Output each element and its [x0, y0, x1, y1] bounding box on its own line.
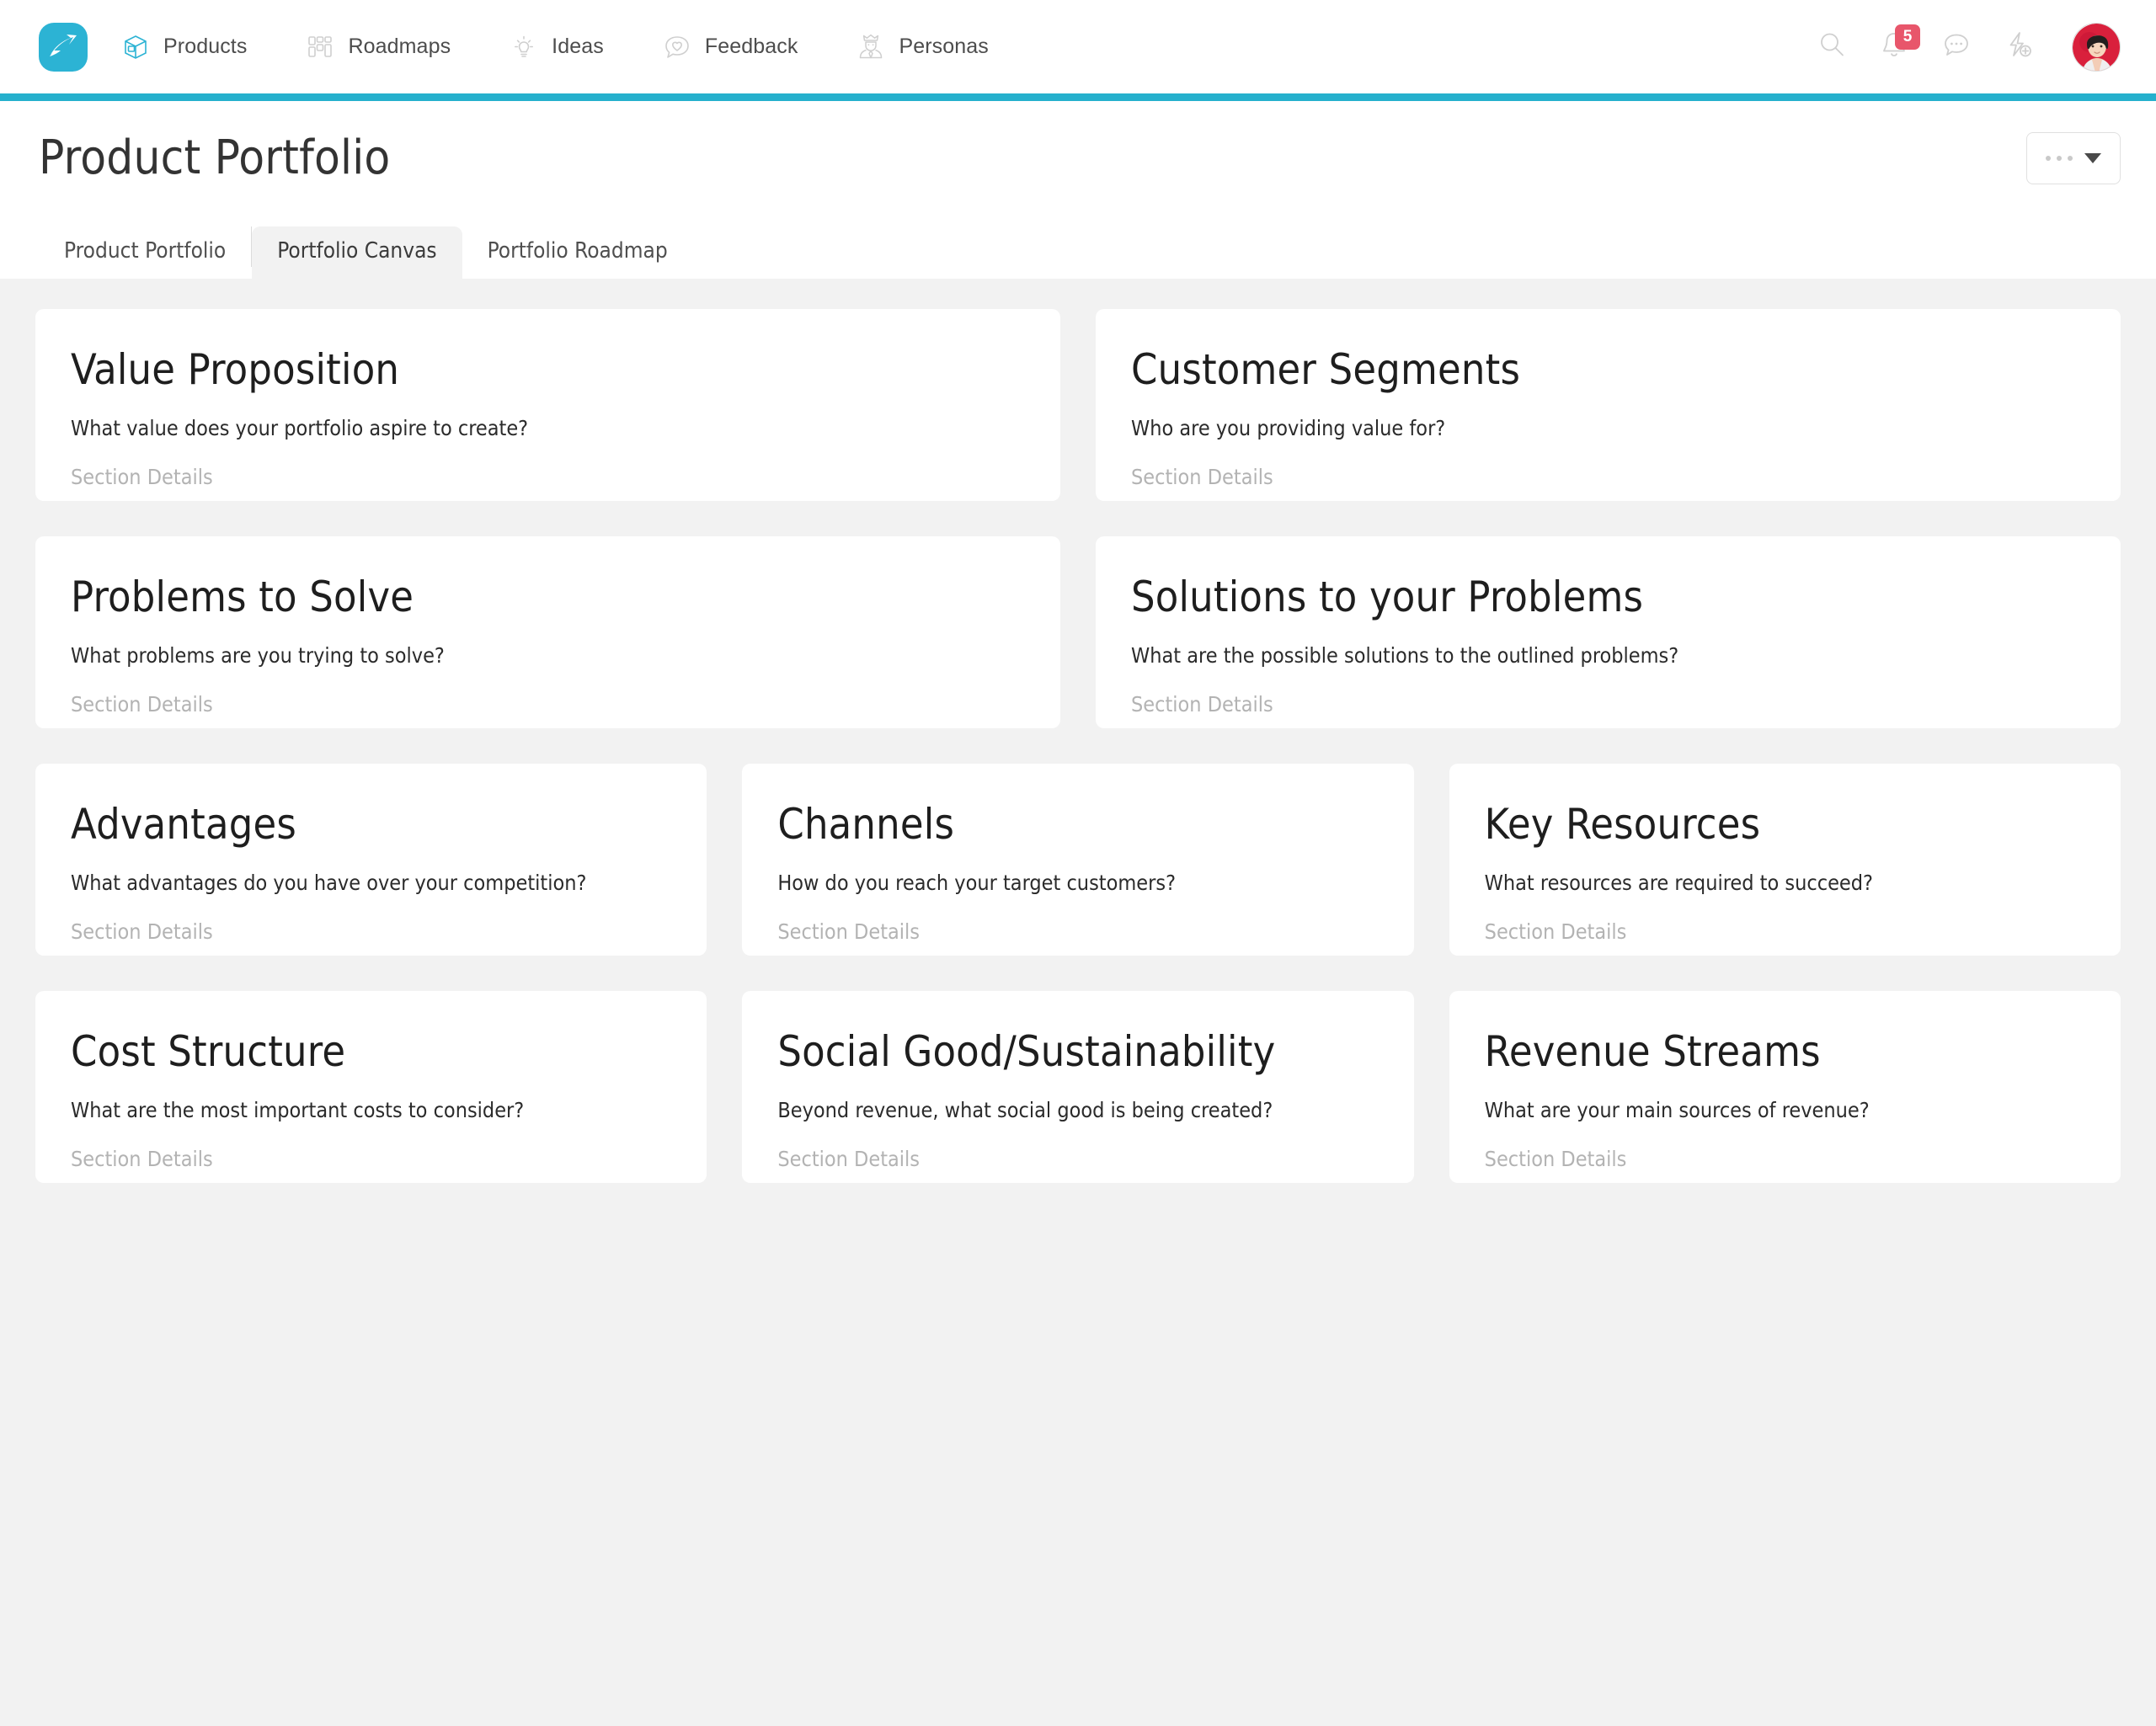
top-navigation-bar: Products Roadmaps Ideas Feedback Persona…: [0, 0, 2156, 93]
aha-logo[interactable]: [39, 22, 88, 72]
card-question: What are your main sources of revenue?: [1484, 1097, 1870, 1122]
nav-item-feedback[interactable]: Feedback: [661, 31, 824, 63]
chevron-down-icon: [2084, 152, 2101, 163]
box-icon: [120, 31, 152, 63]
card-question: What value does your portfolio aspire to…: [71, 415, 529, 440]
comments-icon: [1941, 29, 1972, 64]
page-header: Product Portfolio: [0, 101, 2156, 215]
nav-item-roadmaps[interactable]: Roadmaps: [304, 31, 476, 63]
card-section-details[interactable]: Section Details: [71, 465, 1025, 490]
canvas-card-problems-to-solve[interactable]: Problems to Solve What problems are you …: [35, 536, 1060, 728]
quick-add-button[interactable]: [1988, 22, 2050, 72]
crown-person-icon: [855, 31, 887, 63]
card-section-details[interactable]: Section Details: [777, 1147, 1378, 1172]
canvas-row-4: Cost Structure What are the most importa…: [35, 991, 2121, 1183]
card-title: Problems to Solve: [71, 573, 414, 621]
card-question: What are the possible solutions to the o…: [1131, 642, 1679, 668]
card-question: How do you reach your target customers?: [777, 870, 1177, 895]
card-section-details[interactable]: Section Details: [71, 919, 671, 945]
card-section-details[interactable]: Section Details: [777, 919, 1378, 945]
card-section-details[interactable]: Section Details: [71, 692, 1025, 717]
card-title: Social Good/Sustainability: [777, 1027, 1276, 1076]
card-section-details[interactable]: Section Details: [1485, 1147, 2085, 1172]
card-question: What problems are you trying to solve?: [71, 642, 445, 668]
card-question: Who are you providing value for?: [1131, 415, 1446, 440]
notifications-badge: 5: [1895, 24, 1920, 50]
canvas-row-3: Advantages What advantages do you have o…: [35, 764, 2121, 956]
nav-item-ideas[interactable]: Ideas: [508, 31, 629, 63]
canvas-card-cost-structure[interactable]: Cost Structure What are the most importa…: [35, 991, 707, 1183]
card-section-details[interactable]: Section Details: [71, 1147, 671, 1172]
card-section-details[interactable]: Section Details: [1131, 465, 2085, 490]
canvas-card-value-proposition[interactable]: Value Proposition What value does your p…: [35, 309, 1060, 501]
card-section-details[interactable]: Section Details: [1485, 919, 2085, 945]
avatar[interactable]: [2072, 22, 2121, 72]
card-title: Solutions to your Problems: [1131, 573, 1644, 621]
card-question: What are the most important costs to con…: [71, 1097, 525, 1122]
tab-product-portfolio[interactable]: Product Portfolio: [39, 226, 251, 279]
canvas-card-social-good-sustainability[interactable]: Social Good/Sustainability Beyond revenu…: [742, 991, 1414, 1183]
canvas-card-customer-segments[interactable]: Customer Segments Who are you providing …: [1096, 309, 2121, 501]
portfolio-canvas: Value Proposition What value does your p…: [0, 279, 2156, 1726]
lightbulb-icon: [508, 31, 540, 63]
card-title: Advantages: [71, 800, 297, 849]
nav-item-personas[interactable]: Personas: [855, 31, 1013, 63]
page-actions-menu-button[interactable]: [2026, 131, 2121, 184]
canvas-card-advantages[interactable]: Advantages What advantages do you have o…: [35, 764, 707, 956]
heart-speech-bubble-icon: [661, 31, 693, 63]
nav-label-products: Products: [163, 35, 248, 58]
card-title: Key Resources: [1484, 800, 1761, 849]
canvas-card-channels[interactable]: Channels How do you reach your target cu…: [742, 764, 1414, 956]
card-title: Cost Structure: [71, 1027, 346, 1076]
grid-icon: [304, 31, 336, 63]
canvas-row-1: Value Proposition What value does your p…: [35, 309, 2121, 501]
tab-portfolio-roadmap[interactable]: Portfolio Roadmap: [462, 226, 693, 279]
more-options-icon: [2046, 155, 2073, 161]
card-section-details[interactable]: Section Details: [1131, 692, 2085, 717]
card-question: What advantages do you have over your co…: [71, 870, 587, 895]
nav-label-roadmaps: Roadmaps: [348, 35, 451, 58]
lightning-plus-icon: [2004, 29, 2034, 64]
primary-nav-items: Products Roadmaps Ideas Feedback Persona…: [120, 31, 1014, 63]
tab-bar: Product Portfolio Portfolio Canvas Portf…: [0, 215, 2156, 279]
nav-label-personas: Personas: [899, 35, 989, 58]
canvas-row-2: Problems to Solve What problems are you …: [35, 536, 2121, 728]
canvas-card-revenue-streams[interactable]: Revenue Streams What are your main sourc…: [1449, 991, 2121, 1183]
nav-label-feedback: Feedback: [704, 35, 798, 58]
card-title: Customer Segments: [1131, 345, 1521, 394]
nav-label-ideas: Ideas: [552, 35, 604, 58]
nav-item-products[interactable]: Products: [120, 31, 272, 63]
search-button[interactable]: [1801, 22, 1863, 72]
brand-accent-bar: [0, 93, 2156, 101]
page-title: Product Portfolio: [39, 131, 391, 185]
search-icon: [1817, 29, 1847, 64]
comments-button[interactable]: [1925, 22, 1988, 72]
canvas-card-solutions-to-your-problems[interactable]: Solutions to your Problems What are the …: [1096, 536, 2121, 728]
tab-portfolio-canvas[interactable]: Portfolio Canvas: [252, 226, 462, 279]
card-title: Value Proposition: [71, 345, 400, 394]
notifications-button[interactable]: 5: [1863, 22, 1925, 72]
card-title: Channels: [777, 800, 955, 849]
nav-actions: 5: [1801, 22, 2121, 72]
card-question: Beyond revenue, what social good is bein…: [777, 1097, 1273, 1122]
card-title: Revenue Streams: [1484, 1027, 1821, 1076]
card-question: What resources are required to succeed?: [1484, 870, 1873, 895]
canvas-card-key-resources[interactable]: Key Resources What resources are require…: [1449, 764, 2121, 956]
